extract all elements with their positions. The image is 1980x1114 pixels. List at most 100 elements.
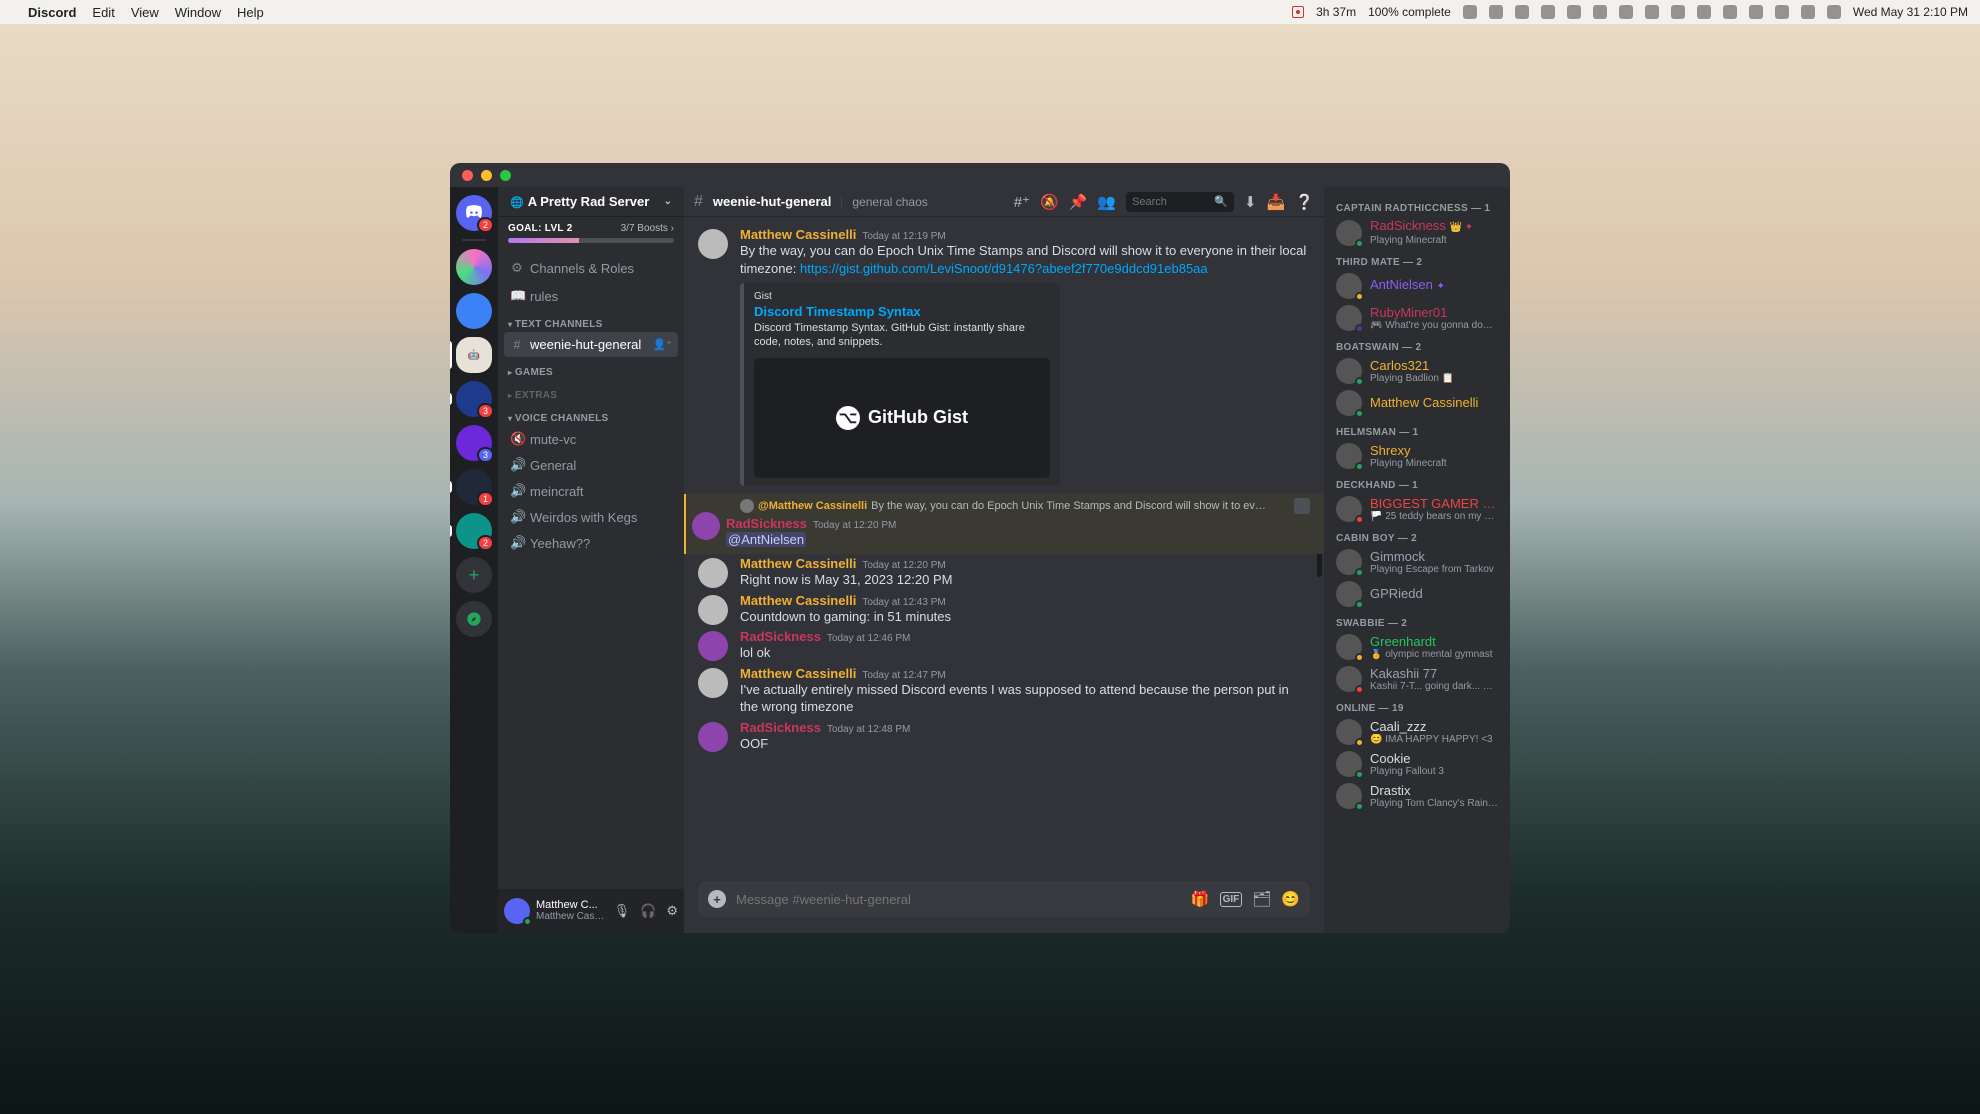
status-icon[interactable] [1541, 5, 1555, 19]
voice-channel[interactable]: 🔊General [504, 452, 678, 478]
mention[interactable]: @AntNielsen [726, 532, 806, 547]
embed-card[interactable]: Gist Discord Timestamp Syntax Discord Ti… [740, 283, 1060, 486]
member-item[interactable]: RadSickness 👑 ✦Playing Minecraft [1330, 216, 1504, 249]
gif-icon[interactable]: GIF [1220, 892, 1243, 907]
message[interactable]: Matthew CassinelliToday at 12:19 PM By t… [684, 225, 1324, 488]
message[interactable]: Matthew CassinelliToday at 12:47 PM I've… [684, 664, 1324, 718]
guild-item[interactable]: 3 [456, 381, 492, 417]
guild-item-selected[interactable]: 🤖 [456, 337, 492, 373]
avatar[interactable] [698, 668, 728, 698]
emoji-icon[interactable]: 😊 [1281, 890, 1300, 908]
settings-button[interactable]: ⚙ [666, 903, 678, 919]
pins-icon[interactable]: 📌 [1069, 193, 1088, 211]
search-input[interactable] [1132, 196, 1214, 208]
app-name[interactable]: Discord [28, 5, 76, 20]
section-games[interactable]: GAMES [504, 357, 678, 380]
deafen-button[interactable]: 🎧 [640, 903, 656, 919]
window-maximize-button[interactable] [500, 170, 511, 181]
embed-title[interactable]: Discord Timestamp Syntax [754, 304, 1050, 319]
help-icon[interactable]: ❔ [1295, 193, 1314, 211]
voice-channel[interactable]: 🔊Weirdos with Kegs [504, 504, 678, 530]
window-minimize-button[interactable] [481, 170, 492, 181]
section-text-channels[interactable]: TEXT CHANNELS [504, 309, 678, 332]
member-item[interactable]: CookiePlaying Fallout 3 [1330, 748, 1504, 780]
status-icon[interactable] [1827, 5, 1841, 19]
guild-item[interactable]: 2 [456, 513, 492, 549]
voice-channel[interactable]: 🔊meincraft [504, 478, 678, 504]
channels-and-roles[interactable]: ⚙Channels & Roles [504, 253, 678, 283]
avatar[interactable] [698, 558, 728, 588]
search-box[interactable]: 🔍 [1126, 192, 1234, 212]
channel-rules[interactable]: 📖rules [504, 283, 678, 309]
status-icon[interactable] [1489, 5, 1503, 19]
section-voice-channels[interactable]: VOICE CHANNELS [504, 403, 678, 426]
notifications-icon[interactable]: 🔕 [1040, 193, 1059, 211]
status-icon[interactable] [1775, 5, 1789, 19]
inbox-icon[interactable]: ⬇ [1244, 193, 1257, 211]
invite-icon[interactable]: 👤⁺ [652, 338, 672, 351]
self-avatar[interactable] [504, 898, 530, 924]
dm-home-button[interactable]: 2 [456, 195, 492, 231]
message-reply[interactable]: @Matthew Cassinelli By the way, you can … [684, 494, 1324, 555]
status-icon[interactable] [1671, 5, 1685, 19]
status-icon[interactable] [1749, 5, 1763, 19]
section-extras[interactable]: EXTRAS [504, 380, 678, 403]
message[interactable]: Matthew CassinelliToday at 12:43 PM Coun… [684, 591, 1324, 628]
attach-button[interactable]: + [708, 890, 726, 908]
guild-item[interactable] [456, 293, 492, 329]
member-item[interactable]: GPRiedd [1330, 578, 1504, 610]
avatar[interactable] [692, 512, 720, 540]
inbox-icon[interactable]: 📥 [1267, 193, 1286, 211]
member-item[interactable]: GimmockPlaying Escape from Tarkov [1330, 546, 1504, 578]
member-item[interactable]: Matthew Cassinelli [1330, 387, 1504, 419]
member-item[interactable]: Carlos321Playing Badlion 📋 [1330, 355, 1504, 387]
status-icon[interactable] [1515, 5, 1529, 19]
explore-servers-button[interactable] [456, 601, 492, 637]
status-icon[interactable] [1463, 5, 1477, 19]
status-icon[interactable] [1723, 5, 1737, 19]
menubar-clock[interactable]: Wed May 31 2:10 PM [1853, 5, 1968, 19]
status-icon[interactable] [1619, 5, 1633, 19]
server-header[interactable]: 🌐A Pretty Rad Server ⌄ [498, 187, 684, 217]
member-item[interactable]: Kakashii 77Kashii 7-T... going dark... 🔒… [1330, 663, 1504, 695]
status-icon[interactable] [1697, 5, 1711, 19]
member-item[interactable]: Caali_zzz😊 IMA HAPPY HAPPY! <3 [1330, 716, 1504, 748]
record-icon[interactable] [1292, 6, 1304, 18]
menu-edit[interactable]: Edit [92, 5, 114, 20]
menu-help[interactable]: Help [237, 5, 264, 20]
message[interactable]: Matthew CassinelliToday at 12:20 PM Righ… [684, 554, 1324, 591]
boost-goal[interactable]: GOAL: LVL 23/7 Boosts › [498, 217, 684, 253]
status-icon[interactable] [1593, 5, 1607, 19]
message-input[interactable] [736, 892, 1181, 907]
add-server-button[interactable]: + [456, 557, 492, 593]
avatar[interactable] [698, 229, 728, 259]
sticker-icon[interactable]: 🗂 [1252, 890, 1271, 908]
guild-item[interactable] [456, 249, 492, 285]
gift-icon[interactable]: 🎁 [1191, 890, 1210, 908]
menu-view[interactable]: View [131, 5, 159, 20]
link[interactable]: https://gist.github.com/LeviSnoot/d91476… [800, 261, 1208, 276]
member-item[interactable]: RubyMiner01🎮 What're you gonna do? Ble..… [1330, 302, 1504, 334]
guild-item[interactable]: 3 [456, 425, 492, 461]
status-icon[interactable] [1645, 5, 1659, 19]
status-icon[interactable] [1567, 5, 1581, 19]
member-item[interactable]: AntNielsen ✦ [1330, 270, 1504, 302]
members-toggle-icon[interactable]: 👥 [1097, 193, 1116, 211]
channel-topic[interactable]: general chaos [841, 195, 927, 209]
mute-button[interactable]: 🎙 [614, 903, 631, 919]
member-item[interactable]: DrastixPlaying Tom Clancy's Rainbo... [1330, 780, 1504, 812]
member-item[interactable]: BIGGEST GAMER CH...🏳️ 25 teddy bears on … [1330, 493, 1504, 525]
status-icon[interactable] [1801, 5, 1815, 19]
avatar[interactable] [698, 595, 728, 625]
guild-item[interactable]: 1 [456, 469, 492, 505]
avatar[interactable] [698, 722, 728, 752]
avatar[interactable] [698, 631, 728, 661]
self-name[interactable]: Matthew C... Matthew Cassin... [536, 899, 608, 923]
voice-channel[interactable]: 🔇mute-vc [504, 426, 678, 452]
message[interactable]: RadSicknessToday at 12:48 PM OOF [684, 718, 1324, 755]
member-item[interactable]: Greenhardt🏅 olympic mental gymnast [1330, 631, 1504, 663]
threads-icon[interactable]: #⁺ [1014, 193, 1030, 211]
message[interactable]: RadSicknessToday at 12:46 PM lol ok [684, 627, 1324, 664]
window-close-button[interactable] [462, 170, 473, 181]
menu-window[interactable]: Window [175, 5, 221, 20]
